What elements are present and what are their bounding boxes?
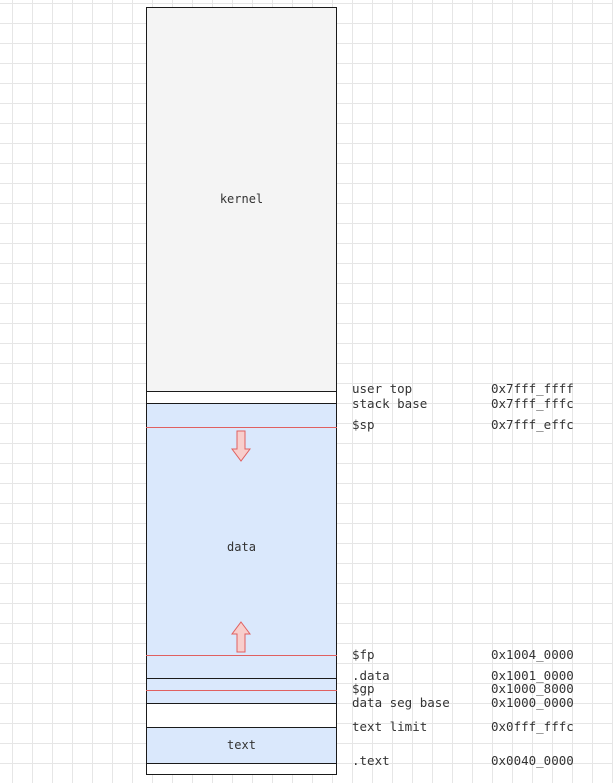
text-limit-address: 0x0fff_fffc bbox=[491, 719, 574, 734]
sp-line bbox=[146, 427, 337, 428]
stack-base-label: stack base bbox=[352, 396, 428, 411]
fp-label: $fp bbox=[352, 647, 375, 662]
text-region: text bbox=[146, 727, 337, 764]
gp-address: 0x1000_8000 bbox=[491, 681, 574, 696]
data-seg-base-address: 0x1000_0000 bbox=[491, 695, 574, 710]
fp-line bbox=[146, 655, 337, 656]
kernel-region: kernel bbox=[146, 7, 337, 392]
sp-label: $sp bbox=[352, 417, 375, 432]
gp-label: $gp bbox=[352, 681, 375, 696]
data-seg-base-label: data seg base bbox=[352, 695, 450, 710]
static-data-region bbox=[146, 678, 337, 704]
gp-line bbox=[146, 690, 337, 691]
text-directive-label: .text bbox=[352, 753, 390, 768]
sp-address: 0x7fff_effc bbox=[491, 417, 574, 432]
bottom-region bbox=[146, 763, 337, 775]
reserved-gap-region bbox=[146, 703, 337, 728]
kernel-label: kernel bbox=[219, 192, 264, 206]
fp-address: 0x1004_0000 bbox=[491, 647, 574, 662]
text-label: text bbox=[227, 738, 256, 752]
text-limit-label: text limit bbox=[352, 719, 428, 734]
user-top-label: user top bbox=[352, 381, 413, 396]
memory-layout-diagram: kernel data text user top 0x7fff_ffff st… bbox=[0, 0, 613, 783]
arrow-up-icon bbox=[231, 621, 251, 653]
data-label: data bbox=[227, 540, 256, 554]
stack-base-address: 0x7fff_fffc bbox=[491, 396, 574, 411]
text-directive-address: 0x0040_0000 bbox=[491, 753, 574, 768]
user-top-address: 0x7fff_ffff bbox=[491, 381, 574, 396]
arrow-down-icon bbox=[231, 430, 251, 462]
